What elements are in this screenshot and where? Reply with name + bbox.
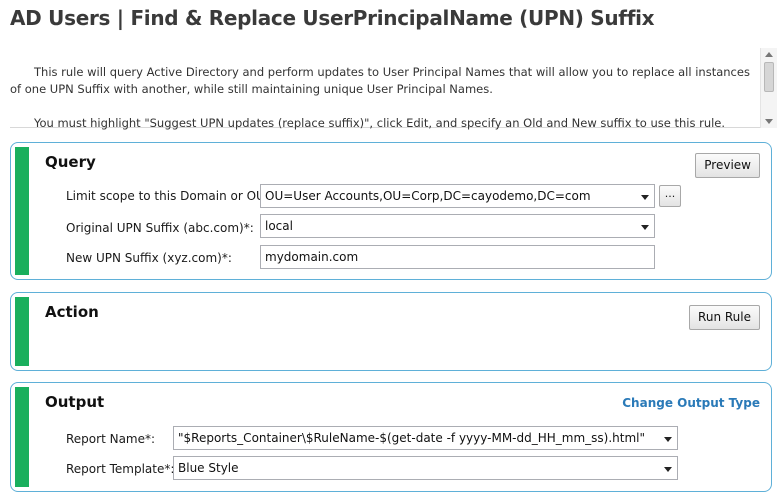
output-accent-bar: [15, 387, 29, 487]
description-paragraph-1: This rule will query Active Directory an…: [10, 65, 750, 96]
description-scrollbar[interactable]: [760, 48, 777, 128]
chevron-down-icon: [664, 467, 672, 472]
page-title: AD Users | Find & Replace UserPrincipalN…: [10, 6, 655, 30]
report-name-label: Report Name*:: [66, 432, 156, 446]
description-paragraph-2: You must highlight "Suggest UPN updates …: [34, 116, 726, 130]
new-suffix-label: New UPN Suffix (xyz.com)*:: [66, 251, 232, 265]
new-suffix-value: mydomain.com: [265, 250, 359, 264]
action-title: Action: [45, 303, 99, 321]
chevron-down-icon: [664, 437, 672, 442]
chevron-down-icon: [641, 225, 649, 230]
action-section: Action Run Rule: [10, 292, 772, 371]
scroll-thumb[interactable]: [764, 62, 774, 92]
change-output-type-link[interactable]: Change Output Type: [622, 396, 760, 410]
scope-label: Limit scope to this Domain or OU*:: [66, 189, 275, 203]
output-section: Output Change Output Type Report Name*: …: [10, 382, 772, 492]
new-suffix-input[interactable]: mydomain.com: [260, 245, 655, 269]
report-template-select[interactable]: Blue Style: [173, 456, 678, 480]
query-accent-bar: [15, 147, 29, 275]
browse-ou-button[interactable]: ...: [659, 185, 681, 207]
original-suffix-value: local: [265, 219, 293, 233]
scroll-up-arrow-icon[interactable]: [765, 52, 773, 57]
chevron-down-icon: [641, 195, 649, 200]
scope-select[interactable]: OU=User Accounts,OU=Corp,DC=cayodemo,DC=…: [260, 184, 655, 208]
query-section: Query Preview Limit scope to this Domain…: [10, 142, 772, 280]
report-template-label: Report Template*:: [66, 462, 175, 476]
output-title: Output: [45, 393, 105, 411]
original-suffix-select[interactable]: local: [260, 214, 655, 238]
description-text: This rule will query Active Directory an…: [10, 64, 755, 149]
run-rule-button[interactable]: Run Rule: [689, 305, 760, 330]
report-name-value: "$Reports_Container\$RuleName-$(get-date…: [178, 431, 646, 445]
preview-button[interactable]: Preview: [695, 153, 760, 178]
original-suffix-label: Original UPN Suffix (abc.com)*:: [66, 221, 254, 235]
description-panel: This rule will query Active Directory an…: [10, 48, 777, 130]
scroll-down-arrow-icon[interactable]: [765, 119, 773, 124]
scope-value: OU=User Accounts,OU=Corp,DC=cayodemo,DC=…: [265, 189, 591, 203]
report-template-value: Blue Style: [178, 461, 239, 475]
query-title: Query: [45, 153, 96, 171]
action-accent-bar: [15, 297, 29, 366]
report-name-select[interactable]: "$Reports_Container\$RuleName-$(get-date…: [173, 426, 678, 450]
